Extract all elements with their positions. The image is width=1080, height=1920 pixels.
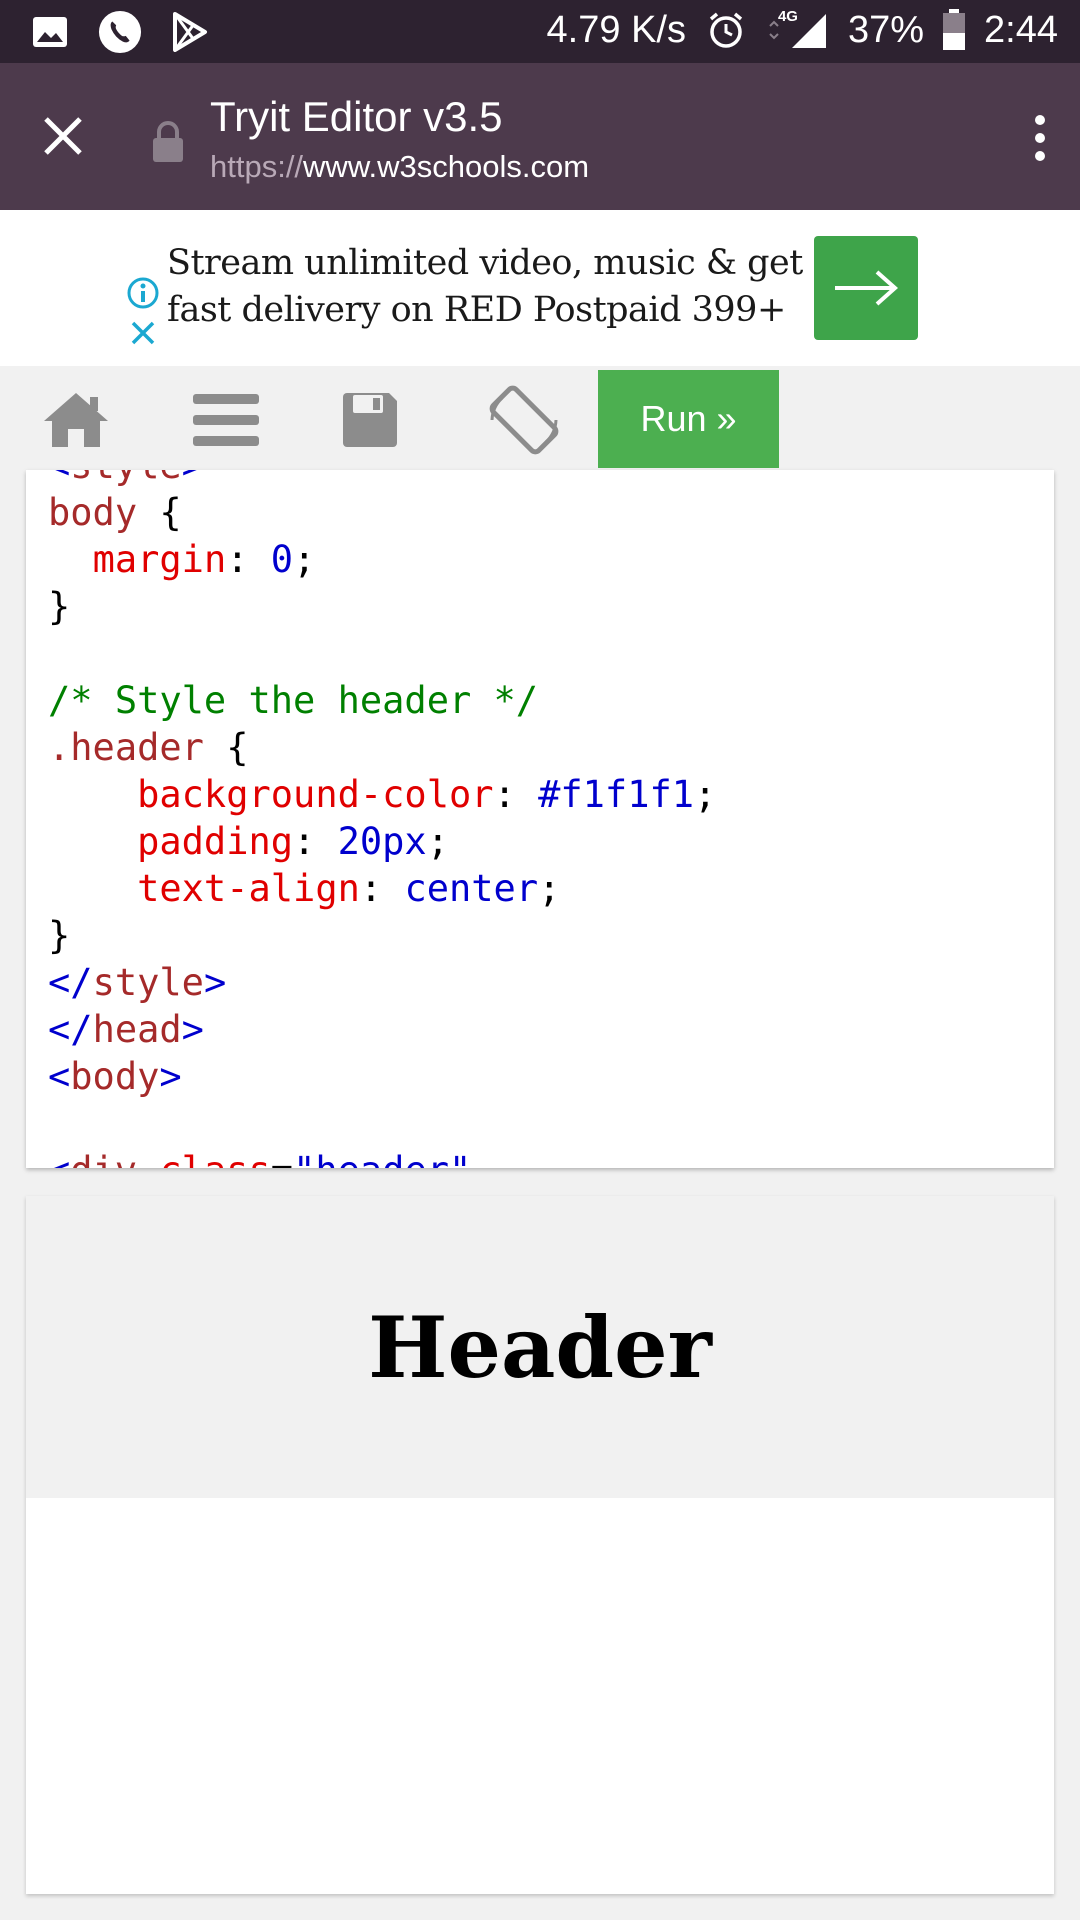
- floppy-disk-icon: [343, 393, 397, 447]
- ad-banner[interactable]: Stream unlimited video, music & get free…: [0, 210, 1080, 366]
- url-scheme: https://: [210, 149, 304, 184]
- code-editor[interactable]: <style> body { margin: 0;} /* Style the h…: [26, 470, 1054, 1168]
- url-host: www.w3schools.com: [303, 149, 590, 184]
- home-button[interactable]: [40, 388, 112, 452]
- phone-icon: [98, 10, 142, 54]
- code-line: margin: 0;: [92, 538, 316, 581]
- editor-toolbar: Run »: [0, 366, 1080, 470]
- code-line: .header {: [48, 726, 249, 769]
- run-button[interactable]: Run »: [598, 370, 779, 468]
- preview-heading: Header: [368, 1297, 712, 1397]
- rotate-button[interactable]: [486, 382, 562, 458]
- play-store-icon: [168, 10, 212, 54]
- code-line: <style>: [48, 470, 716, 489]
- page-title: Tryit Editor v3.5: [210, 93, 503, 140]
- status-bar: 4.79 K/s 4G 37% 2:44: [0, 0, 1080, 63]
- save-button[interactable]: [334, 388, 406, 452]
- battery-percent: 37%: [847, 8, 925, 51]
- code-line: /* Style the header */: [48, 679, 539, 722]
- code-line: </head>: [48, 1008, 204, 1051]
- alarm-icon: [704, 8, 748, 52]
- code-line: padding: 20px;: [137, 820, 449, 863]
- network-speed: 4.79 K/s: [546, 8, 686, 51]
- code-line: }: [48, 585, 71, 628]
- preview-header: Header: [26, 1196, 1054, 1498]
- browser-toolbar: Tryit Editor v3.5 https://www.w3schools.…: [0, 63, 1080, 210]
- rotate-screen-icon: [489, 385, 559, 455]
- result-preview: Header: [26, 1196, 1054, 1894]
- close-icon[interactable]: [38, 111, 88, 161]
- ad-go-button[interactable]: [814, 236, 918, 340]
- code-content[interactable]: <style> body { margin: 0;} /* Style the h…: [48, 470, 716, 1168]
- home-icon: [44, 393, 108, 447]
- battery-icon: [942, 8, 966, 52]
- network-type-label: 4G: [777, 8, 798, 25]
- url-text[interactable]: https://www.w3schools.com: [210, 149, 589, 185]
- hamburger-icon: [193, 394, 259, 446]
- code-line: <body>: [48, 1055, 182, 1098]
- arrow-right-icon: [835, 270, 899, 306]
- code-line: text-align: center;: [137, 867, 561, 910]
- more-options-icon[interactable]: [1030, 113, 1050, 163]
- ad-info-icon[interactable]: [126, 276, 160, 310]
- gallery-icon: [28, 10, 72, 54]
- menu-button[interactable]: [190, 388, 262, 452]
- ad-line-2: fast delivery on RED Postpaid 399+: [167, 290, 786, 330]
- signal-icon: 4G: [766, 8, 830, 52]
- code-line: body {: [48, 491, 182, 534]
- code-line: </style>: [48, 961, 227, 1004]
- code-line: background-color: #f1f1f1;: [137, 773, 717, 816]
- code-line: }: [48, 914, 71, 957]
- lock-icon: [150, 119, 186, 163]
- clock: 2:44: [984, 8, 1058, 51]
- ad-close-icon[interactable]: [126, 316, 160, 350]
- ad-text[interactable]: Stream unlimited video, music & get free…: [167, 240, 883, 334]
- ad-line-1: Stream unlimited video, music & get free: [167, 243, 883, 283]
- code-line: <div class="header": [48, 1147, 716, 1168]
